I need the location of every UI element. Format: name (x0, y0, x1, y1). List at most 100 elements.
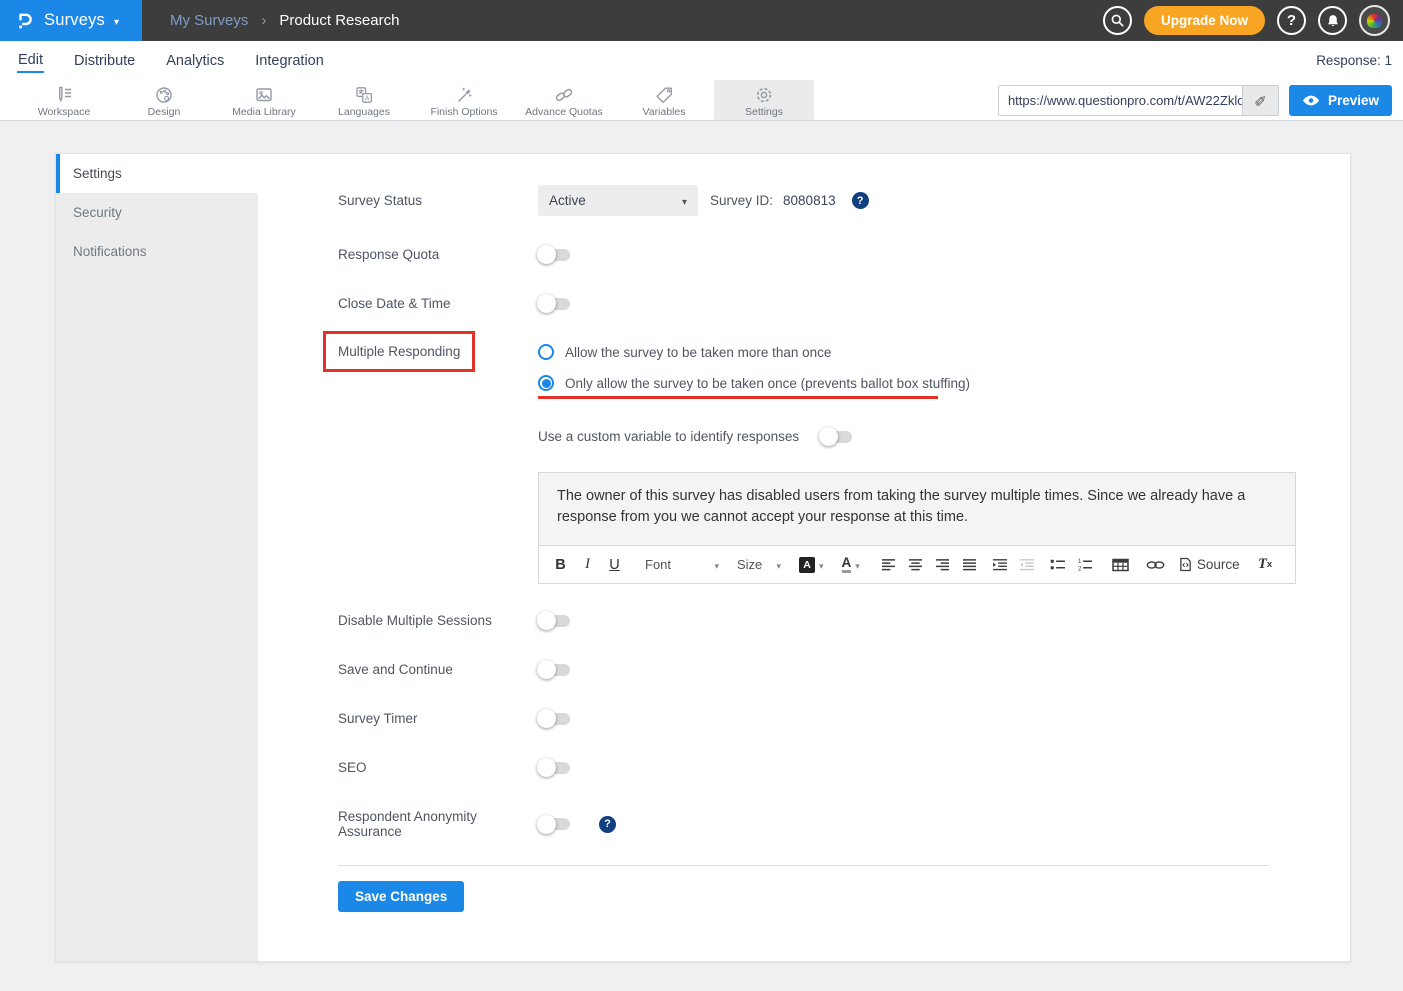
bulleted-list-icon (1050, 558, 1066, 571)
insert-table-button[interactable] (1107, 552, 1134, 578)
respondent-anonymity-label: Respondent Anonymity Assurance (338, 809, 538, 839)
tab-analytics[interactable]: Analytics (165, 50, 225, 72)
close-date-toggle[interactable] (538, 298, 570, 310)
numbered-list-icon: 12 (1077, 558, 1093, 571)
settings-card: Settings Security Notifications Survey S… (55, 153, 1351, 962)
help-button[interactable] (1277, 6, 1306, 35)
outdent-button[interactable] (1014, 552, 1041, 578)
toolbar-item-design[interactable]: Design (114, 80, 214, 120)
numbered-list-button[interactable]: 12 (1072, 552, 1099, 578)
table-icon (1112, 558, 1129, 572)
bell-icon (1325, 13, 1341, 29)
save-and-continue-row: Save and Continue (338, 662, 1297, 677)
search-button[interactable] (1103, 6, 1132, 35)
remove-format-button[interactable]: Tx (1252, 552, 1279, 578)
text-color-icon: A (842, 556, 852, 574)
survey-status-select[interactable]: Active (538, 185, 698, 216)
edit-url-button[interactable]: ✎ (1242, 86, 1278, 115)
sidebar-item-settings[interactable]: Settings (56, 154, 258, 193)
settings-gear-icon (753, 84, 775, 105)
radio-only-once[interactable]: Only allow the survey to be taken once (… (538, 375, 970, 391)
seo-label: SEO (338, 760, 538, 775)
align-right-button[interactable] (929, 552, 956, 578)
source-button[interactable]: Source (1179, 552, 1240, 578)
indent-icon (992, 558, 1008, 571)
outdent-icon (1019, 558, 1035, 571)
align-center-button[interactable] (902, 552, 929, 578)
text-color-button[interactable]: A (833, 552, 869, 578)
indent-button[interactable] (987, 552, 1014, 578)
toolbar-item-media-library[interactable]: Media Library (214, 80, 314, 120)
radio-allow-multiple[interactable]: Allow the survey to be taken more than o… (538, 344, 970, 360)
custom-variable-label: Use a custom variable to identify respon… (538, 429, 799, 444)
custom-variable-toggle[interactable] (820, 431, 852, 443)
chevron-right-icon (261, 12, 266, 30)
edit-toolbar: Workspace Design Media Library (0, 80, 1403, 121)
seo-row: SEO (338, 760, 1297, 775)
background-color-button[interactable]: A (790, 552, 833, 578)
survey-id-help-icon[interactable] (852, 192, 869, 209)
respondent-anonymity-toggle[interactable] (538, 818, 570, 830)
breadcrumb-my-surveys[interactable]: My Surveys (170, 12, 248, 29)
respondent-anonymity-row: Respondent Anonymity Assurance (338, 809, 1297, 839)
toolbar-item-workspace[interactable]: Workspace (14, 80, 114, 120)
survey-timer-toggle[interactable] (538, 713, 570, 725)
insert-link-button[interactable] (1142, 552, 1169, 578)
preview-button[interactable]: Preview (1289, 85, 1392, 116)
align-left-button[interactable] (875, 552, 902, 578)
link-chain-icon (1146, 560, 1165, 570)
save-changes-button[interactable]: Save Changes (338, 881, 464, 912)
top-bar: Surveys My Surveys Product Research Upgr… (0, 0, 1403, 41)
sidebar-item-notifications[interactable]: Notifications (56, 232, 258, 271)
svg-text:2: 2 (1078, 566, 1082, 571)
toolbar-item-advance-quotas[interactable]: Advance Quotas (514, 80, 614, 120)
design-palette-icon (153, 84, 175, 105)
editor-message-textarea[interactable]: The owner of this survey has disabled us… (539, 473, 1295, 545)
align-center-icon (908, 558, 923, 571)
survey-url-text[interactable]: https://www.questionpro.com/t/AW22ZklqY (999, 86, 1242, 115)
product-switcher[interactable]: Surveys (0, 0, 142, 41)
toolbar-item-variables[interactable]: Variables (614, 80, 714, 120)
response-count[interactable]: Response: 1 (1316, 53, 1392, 68)
respondent-anonymity-help-icon[interactable] (599, 816, 616, 833)
radio-button-icon[interactable] (538, 344, 554, 360)
response-quota-label: Response Quota (338, 247, 538, 262)
sidebar-item-security[interactable]: Security (56, 193, 258, 232)
toolbar-item-finish-options[interactable]: Finish Options (414, 80, 514, 120)
account-avatar[interactable] (1359, 5, 1390, 36)
survey-timer-row: Survey Timer (338, 711, 1297, 726)
close-date-row: Close Date & Time (338, 296, 1297, 311)
bulleted-list-button[interactable] (1045, 552, 1072, 578)
bold-button[interactable]: B (547, 552, 574, 578)
size-dropdown[interactable]: Size (728, 552, 790, 578)
variables-tag-icon (653, 84, 675, 105)
pencil-icon: ✎ (1254, 91, 1267, 109)
tab-distribute[interactable]: Distribute (73, 50, 136, 72)
save-and-continue-toggle[interactable] (538, 664, 570, 676)
italic-button[interactable]: I (574, 552, 601, 578)
tab-integration[interactable]: Integration (254, 50, 325, 72)
response-quota-toggle[interactable] (538, 249, 570, 261)
underline-button[interactable]: U (601, 552, 628, 578)
multiple-responding-row: Multiple Responding Allow the survey to … (338, 344, 1297, 399)
survey-id-label: Survey ID: (710, 193, 773, 208)
search-icon (1109, 12, 1126, 29)
survey-status-label: Survey Status (338, 193, 538, 208)
font-dropdown[interactable]: Font (636, 552, 728, 578)
languages-icon: A (353, 84, 375, 105)
section-divider (338, 865, 1269, 866)
survey-status-row: Survey Status Active Survey ID: 8080813 (338, 185, 1297, 216)
tab-edit[interactable]: Edit (17, 49, 44, 73)
radio-button-selected-icon[interactable] (538, 375, 554, 391)
notifications-button[interactable] (1318, 6, 1347, 35)
toolbar-item-languages[interactable]: A Languages (314, 80, 414, 120)
justify-button[interactable] (956, 552, 983, 578)
svg-text:1: 1 (1078, 559, 1082, 565)
workspace-icon (53, 84, 75, 105)
source-document-icon (1179, 557, 1192, 572)
upgrade-now-button[interactable]: Upgrade Now (1144, 6, 1265, 35)
disable-multiple-sessions-toggle[interactable] (538, 615, 570, 627)
seo-toggle[interactable] (538, 762, 570, 774)
toolbar-item-settings[interactable]: Settings (714, 80, 814, 120)
survey-url-field[interactable]: https://www.questionpro.com/t/AW22ZklqY … (998, 85, 1279, 116)
